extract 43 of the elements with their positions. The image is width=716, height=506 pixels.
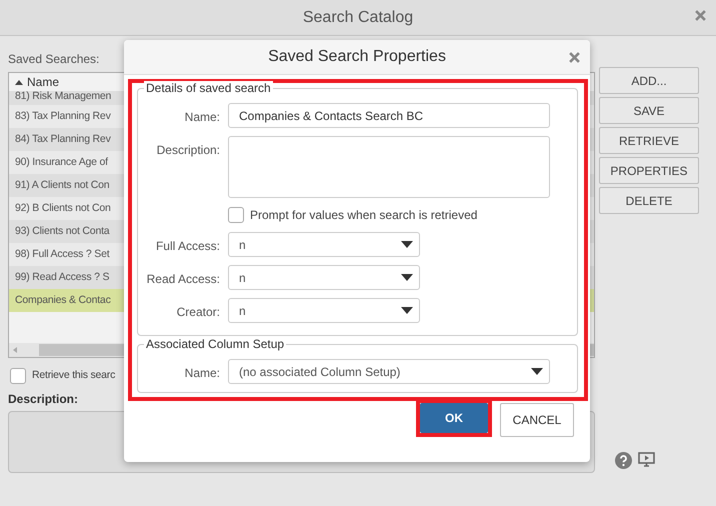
checkbox-label: Retrieve this searc xyxy=(32,368,116,384)
window-title: Search Catalog xyxy=(302,8,414,28)
group-legend: Associated Column Setup xyxy=(144,337,286,351)
dropdown-field[interactable]: (no associated Column Setup) xyxy=(228,359,550,384)
description-label: Description: xyxy=(8,391,78,408)
dialog-title: Saved Search Properties xyxy=(268,47,446,67)
field-label: Full Access: xyxy=(154,238,220,255)
field-label: Creator: xyxy=(176,304,220,321)
field-label: Name: xyxy=(184,365,220,382)
caret-icon xyxy=(401,307,413,314)
dropdown-field[interactable]: n xyxy=(228,298,420,323)
help-icon[interactable] xyxy=(615,452,632,469)
field-label: Read Access: xyxy=(146,271,220,288)
dropdown-field[interactable]: n xyxy=(228,265,420,290)
action-button[interactable]: ADD... xyxy=(599,67,699,94)
checkbox[interactable] xyxy=(10,368,26,384)
checkbox-label: Prompt for values when search is retrieved xyxy=(250,207,478,224)
column-header-label: Name xyxy=(27,74,60,91)
dropdown-value: (no associated Column Setup) xyxy=(239,364,400,380)
field-label: Description: xyxy=(156,142,220,159)
description-field[interactable] xyxy=(228,136,550,198)
caret-icon xyxy=(401,241,413,248)
dropdown-field[interactable]: n xyxy=(228,232,420,257)
action-button[interactable]: SAVE xyxy=(599,97,699,124)
list-label: Saved Searches: xyxy=(8,51,100,68)
sort-icon xyxy=(15,80,23,84)
dialog-button[interactable]: OK xyxy=(420,403,488,433)
checkbox[interactable] xyxy=(228,207,244,223)
dropdown-value: n xyxy=(239,270,246,286)
dialog-button[interactable]: CANCEL xyxy=(500,403,574,437)
caret-icon xyxy=(531,368,543,375)
field-label: Name: xyxy=(184,109,220,126)
dropdown-value: n xyxy=(239,302,246,320)
name-field[interactable]: Companies & Contacts Search BC xyxy=(228,103,550,128)
caret-icon xyxy=(401,274,413,281)
group-legend: Details of saved search xyxy=(144,81,273,95)
action-button[interactable]: RETRIEVE xyxy=(599,127,699,154)
dropdown-value: n xyxy=(239,236,246,254)
action-button[interactable]: DELETE xyxy=(599,187,699,214)
presentation-icon[interactable] xyxy=(638,452,655,467)
close-button[interactable] xyxy=(569,52,580,63)
close-button[interactable] xyxy=(695,10,706,21)
action-button[interactable]: PROPERTIES xyxy=(599,157,699,184)
